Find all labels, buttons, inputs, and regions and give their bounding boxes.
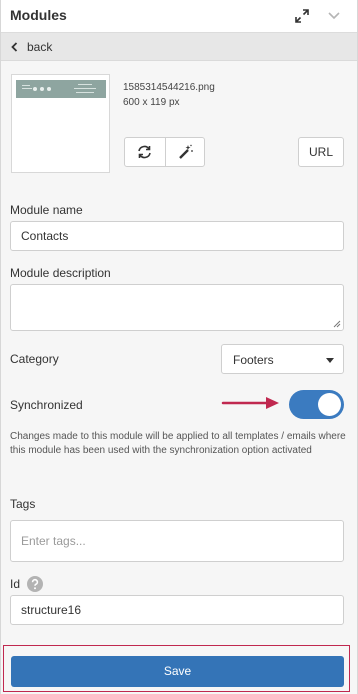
image-url-button[interactable]: URL [298, 137, 344, 167]
synchronized-toggle[interactable] [289, 390, 344, 419]
category-label: Category [10, 352, 59, 366]
thumbnail-text-line [74, 88, 96, 89]
thumbnail-text-line [22, 88, 32, 89]
back-label: back [27, 40, 53, 54]
thumbnail-preview [16, 80, 106, 98]
toggle-knob [318, 393, 341, 416]
modules-panel: Modules back 1585314544216.png 600 x 119… [0, 0, 358, 694]
refresh-icon [138, 145, 151, 159]
tags-placeholder: Enter tags... [21, 534, 86, 548]
id-label: Id [10, 577, 21, 591]
id-input[interactable]: structure16 [10, 595, 344, 625]
image-action-group [124, 137, 205, 167]
save-highlight: Save [3, 645, 350, 692]
panel-title: Modules [10, 7, 67, 23]
back-button[interactable]: back [1, 33, 357, 61]
panel-header: Modules [1, 0, 357, 33]
save-button[interactable]: Save [11, 656, 344, 687]
image-dimensions: 600 x 119 px [123, 97, 180, 108]
synchronized-label: Synchronized [10, 398, 83, 412]
tags-input[interactable]: Enter tags... [10, 520, 344, 562]
category-select[interactable]: Footers [221, 344, 344, 374]
synchronization-note: Changes made to this module will be appl… [10, 431, 346, 456]
module-name-label: Module name [10, 203, 83, 217]
question-icon[interactable] [27, 576, 43, 592]
thumbnail-text-line [22, 85, 30, 86]
id-value: structure16 [21, 603, 82, 617]
module-description-textarea[interactable] [10, 284, 344, 331]
resize-grip-icon[interactable] [333, 320, 341, 328]
thumbnail-text-line [78, 84, 92, 85]
edit-image-button[interactable] [164, 138, 205, 166]
module-thumbnail [11, 74, 110, 173]
tags-label: Tags [10, 497, 36, 511]
expand-icon[interactable] [294, 8, 310, 24]
caret-down-icon [326, 358, 334, 363]
replace-image-button[interactable] [125, 138, 165, 166]
module-name-input[interactable]: Contacts [10, 221, 344, 251]
module-name-value: Contacts [21, 229, 69, 243]
chevron-left-icon [11, 42, 18, 52]
image-file-name: 1585314544216.png [123, 82, 215, 93]
arrow-annotation-icon [221, 397, 279, 409]
thumbnail-text-line [76, 92, 94, 93]
category-selected-value: Footers [233, 353, 274, 367]
social-icons [33, 87, 51, 91]
module-description-label: Module description [10, 266, 111, 280]
magic-wand-icon [178, 144, 193, 159]
chevron-down-icon[interactable] [327, 8, 341, 22]
